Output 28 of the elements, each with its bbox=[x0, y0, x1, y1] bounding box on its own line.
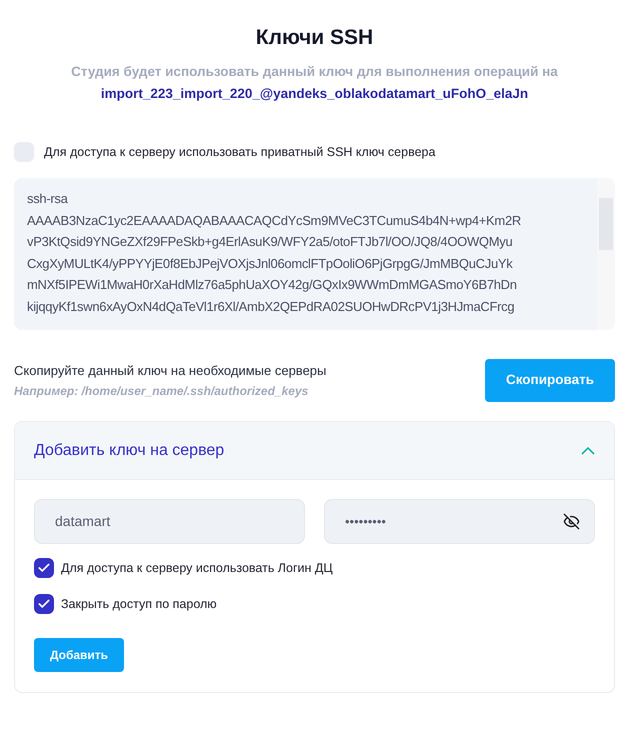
key-line: mNXf5IPEWi1MwaH0rXaHdMlz76a5phUaXOY42g/GQxIx9WWmDmMGASmoY6B7hDn bbox=[27, 276, 517, 294]
key-textarea[interactable] bbox=[14, 178, 615, 330]
eye-off-icon[interactable] bbox=[563, 513, 580, 530]
page-title: Ключи SSH bbox=[254, 25, 374, 51]
subtitle: Студия будет использовать данный ключ для выполнения операций на bbox=[70, 62, 559, 81]
panel-header[interactable]: Добавить ключ на сервер bbox=[15, 422, 614, 480]
panel-title: Добавить ключ на сервер bbox=[34, 440, 224, 460]
add-button[interactable]: Добавить bbox=[34, 638, 124, 672]
check-icon bbox=[37, 561, 51, 575]
password-value: ••••••••• bbox=[345, 512, 386, 531]
chevron-up-icon bbox=[581, 446, 595, 454]
password-field[interactable]: ••••••••• bbox=[324, 499, 595, 544]
copy-hint: Скопируйте данный ключ на необходимые серверы bbox=[14, 362, 326, 380]
checkbox-label: Закрыть доступ по паролю bbox=[61, 596, 217, 613]
project-name: import_223_import_220_@yandeks_oblakodatamart_uFohO_elaJn bbox=[100, 84, 530, 103]
checkbox[interactable] bbox=[34, 594, 54, 614]
checkbox-label: Для доступа к серверу использовать Логин ДЦ bbox=[61, 560, 333, 577]
login-field[interactable]: datamart bbox=[34, 499, 305, 544]
check-icon bbox=[37, 597, 51, 611]
checkbox[interactable] bbox=[34, 558, 54, 578]
key-line: AAAAB3NzaC1yc2EAAAADAQABAAACAQCdYcSm9MVeC3TCumuS4b4N+wp4+Km2R bbox=[27, 212, 521, 230]
checkbox-label: Для доступа к серверу использовать приватный SSH ключ сервера bbox=[44, 144, 436, 161]
key-line: ssh-rsa bbox=[27, 190, 68, 208]
key-line: kijqqyKf1swn6xAyOxN4dQaTeVl1r6Xl/AmbX2QEPdRA02SUOHwDRcPV1j3HJmaCFrcg bbox=[27, 298, 514, 316]
copy-button[interactable]: Скопировать bbox=[485, 359, 615, 402]
path-example: Например: /home/user_name/.ssh/authorized_keys bbox=[14, 383, 310, 400]
key-line: vP3KtQsid9YNGeZXf29FPeSkb+g4ErlAsuK9/WFY2a5/otoFTJb7l/OO/JQ8/4OOWQMyu bbox=[27, 233, 512, 251]
key-line: CxgXyMULtK4/yPPYYjE0f8EbJPejVOXjsJnl06omclFTpOoliO6PjGrpgG/JmMBQuCJuYk bbox=[27, 254, 512, 273]
